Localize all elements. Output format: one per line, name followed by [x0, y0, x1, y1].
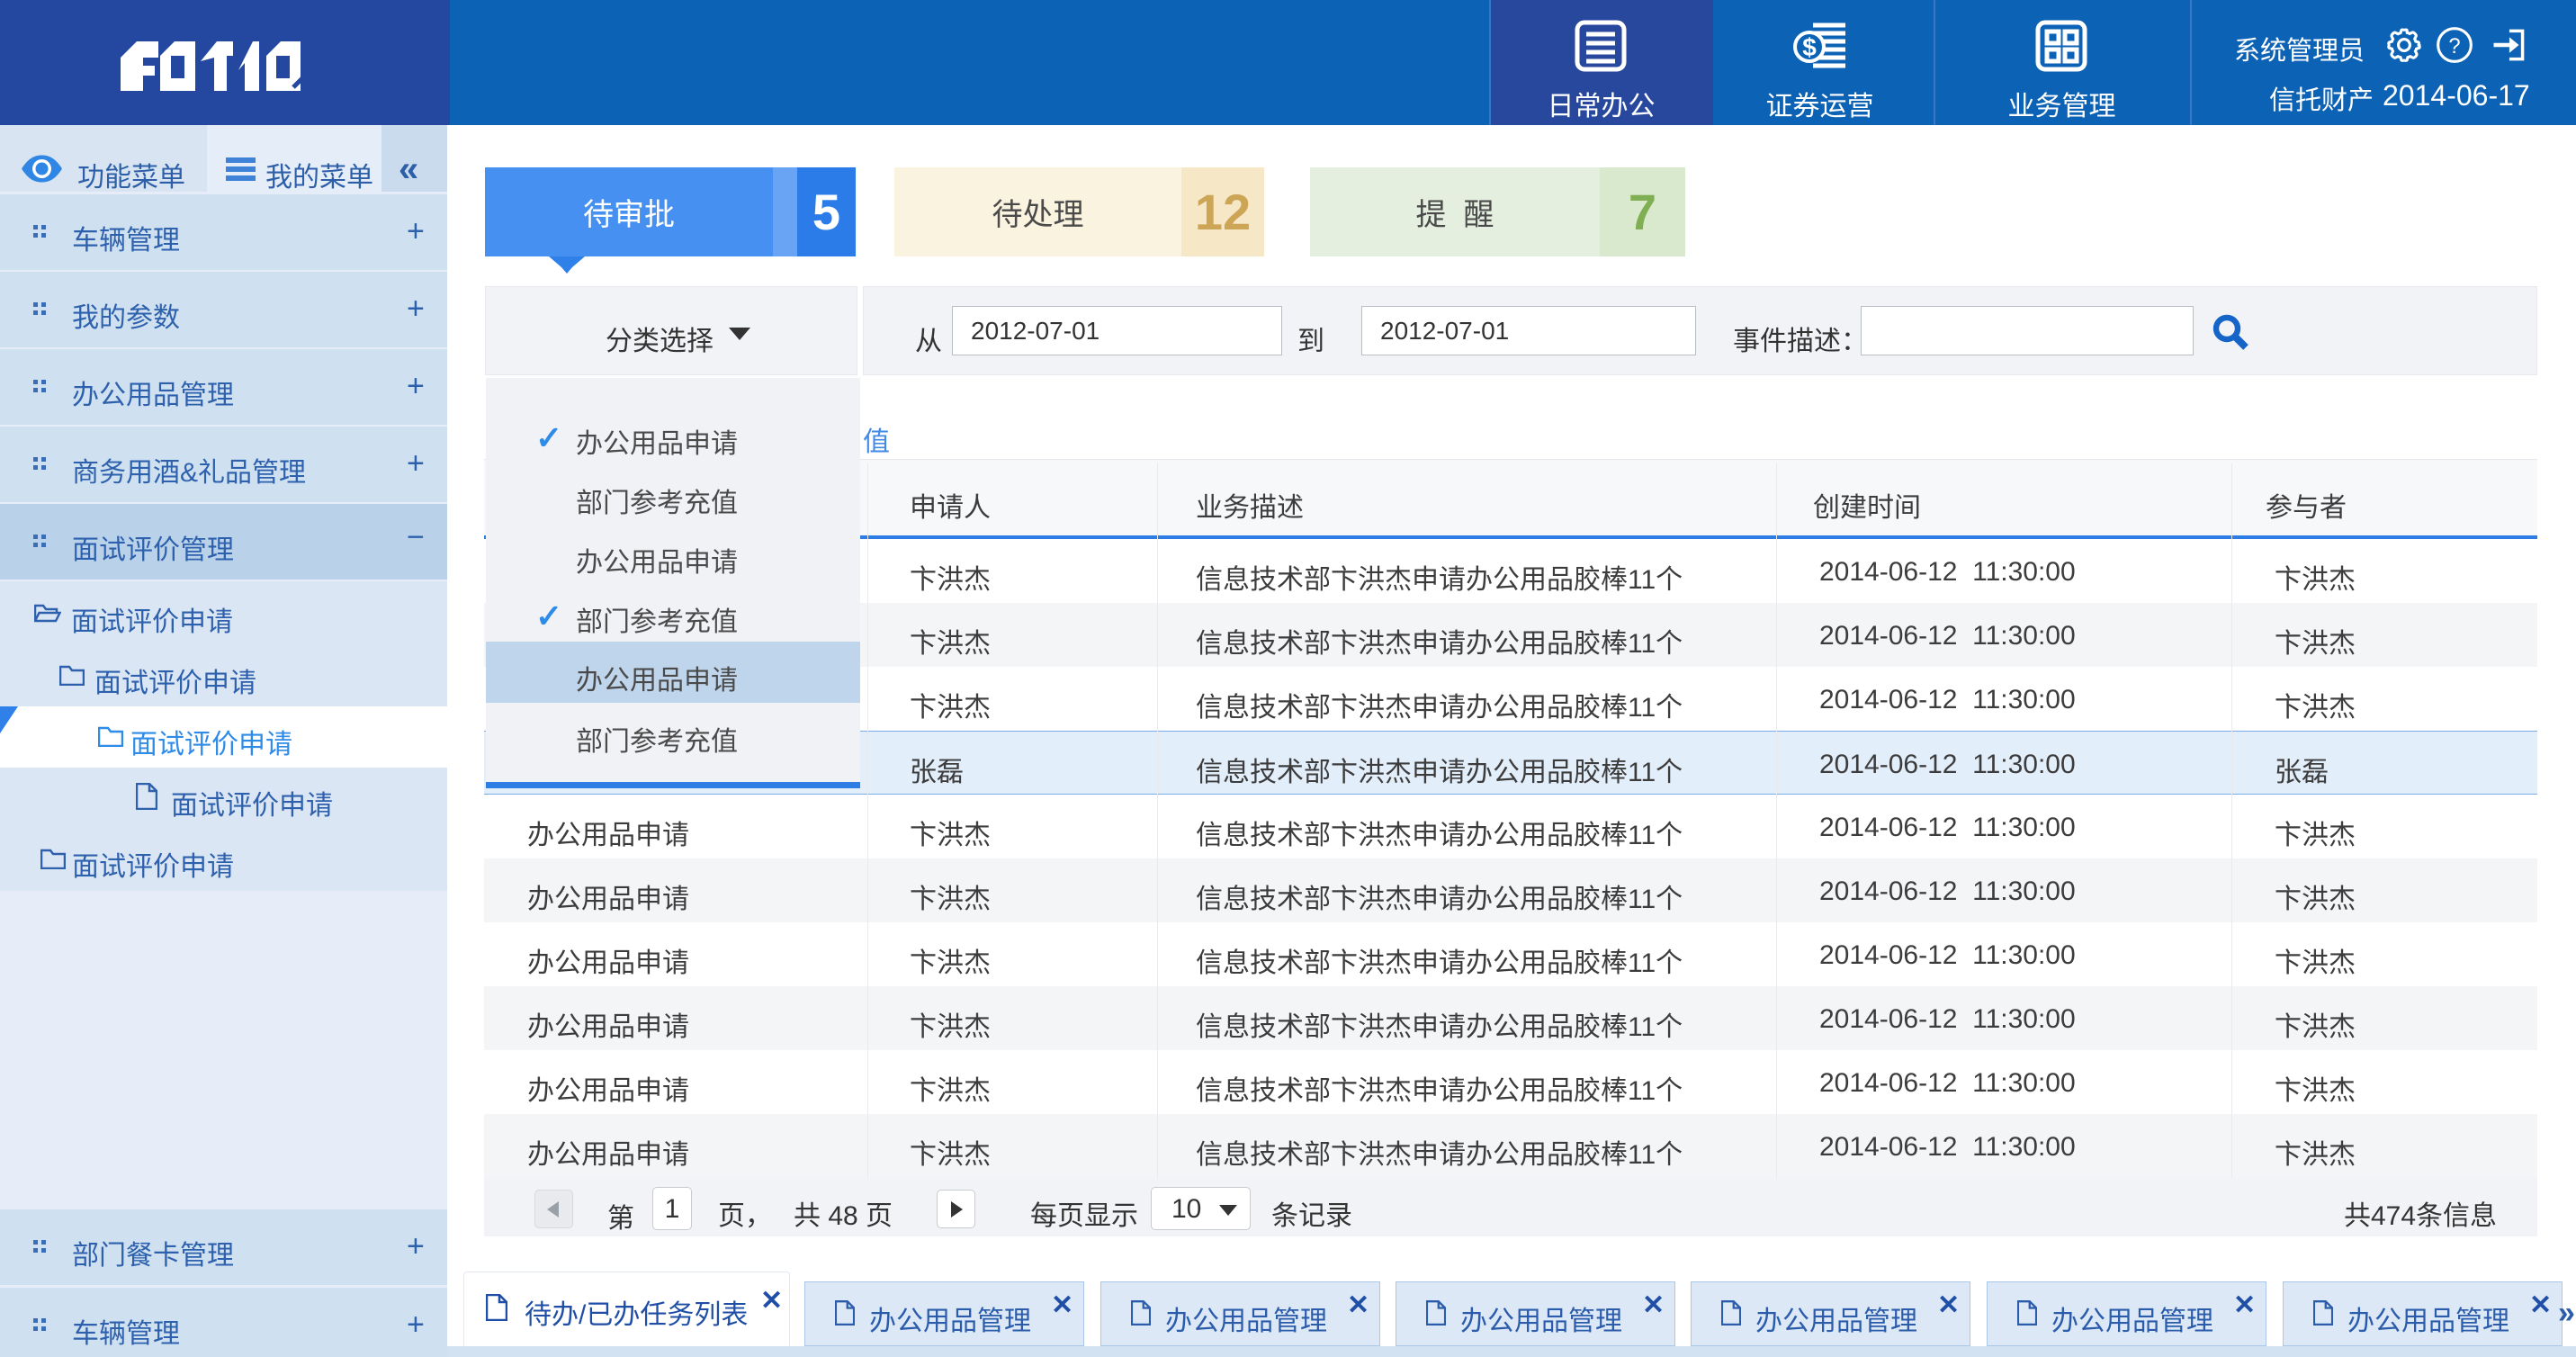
svg-text:$: $ [1802, 33, 1817, 61]
svg-text:?: ? [2448, 34, 2460, 58]
